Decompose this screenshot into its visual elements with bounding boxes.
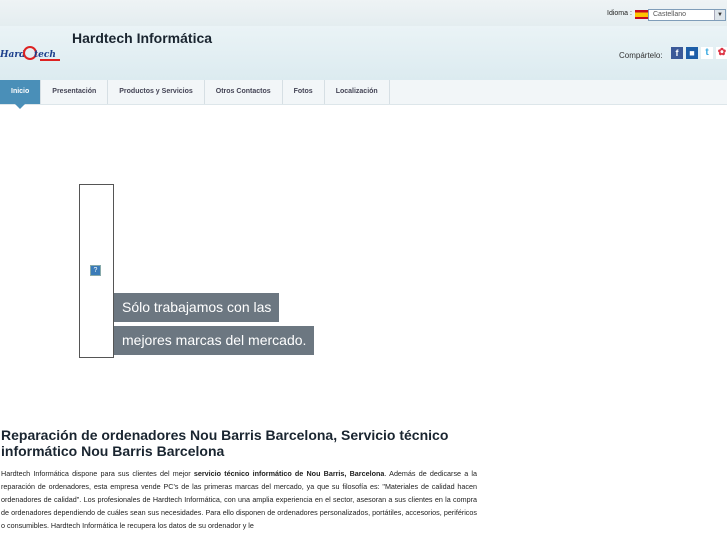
share-icons: f ■ t ✿ <box>671 47 727 59</box>
page: Idioma : Castellano ▼ Hard tech Hardtech… <box>0 0 727 545</box>
other-share-icon[interactable]: ✿ <box>716 47 727 59</box>
nav-item-localizaci-n[interactable]: Localización <box>325 80 390 104</box>
intro-text-bold: servicio técnico informático de Nou Barr… <box>193 469 385 478</box>
facebook-icon[interactable]: f <box>671 47 683 59</box>
nav-item-fotos[interactable]: Fotos <box>283 80 325 104</box>
nav-item-presentaci-n[interactable]: Presentación <box>41 80 109 104</box>
site-header: Hard tech Hardtech Informática Compártel… <box>0 26 727 80</box>
site-title[interactable]: Hardtech Informática <box>72 30 212 46</box>
svg-text:Hard: Hard <box>0 50 26 60</box>
language-label: Idioma : <box>607 10 632 17</box>
broken-image-icon: ? <box>90 265 101 276</box>
site-logo[interactable]: Hard tech <box>0 43 62 65</box>
spain-flag-icon <box>635 10 648 19</box>
chevron-down-icon[interactable]: ▼ <box>714 10 725 20</box>
nav-item-productos-y-servicios[interactable]: Productos y Servicios <box>108 80 205 104</box>
share-label: Compártelo: <box>619 51 663 60</box>
delicious-icon[interactable]: ■ <box>686 47 698 59</box>
slide-caption-line-1: Sólo trabajamos con las <box>114 293 280 322</box>
intro-text-rest: . Además de dedicarse a la reparación de… <box>1 469 478 530</box>
intro-paragraph: Hardtech Informática dispone para sus cl… <box>1 467 477 532</box>
nav-item-inicio[interactable]: Inicio <box>0 80 42 109</box>
language-select[interactable]: Castellano ▼ <box>648 9 726 21</box>
nav-item-otros-contactos[interactable]: Otros Contactos <box>205 80 283 104</box>
page-heading: Reparación de ordenadores Nou Barris Bar… <box>1 427 449 459</box>
twitter-icon[interactable]: t <box>701 47 713 59</box>
slide-caption-line-2: mejores marcas del mercado. <box>114 326 315 355</box>
svg-text:tech: tech <box>34 50 56 60</box>
main-nav: Inicio Presentación Productos y Servicios O… <box>0 80 727 109</box>
intro-text-start: Hardtech Informática dispone para sus cl… <box>1 469 194 478</box>
language-bar: Idioma : Castellano ▼ <box>0 0 727 26</box>
language-selected-value: Castellano <box>653 11 687 18</box>
